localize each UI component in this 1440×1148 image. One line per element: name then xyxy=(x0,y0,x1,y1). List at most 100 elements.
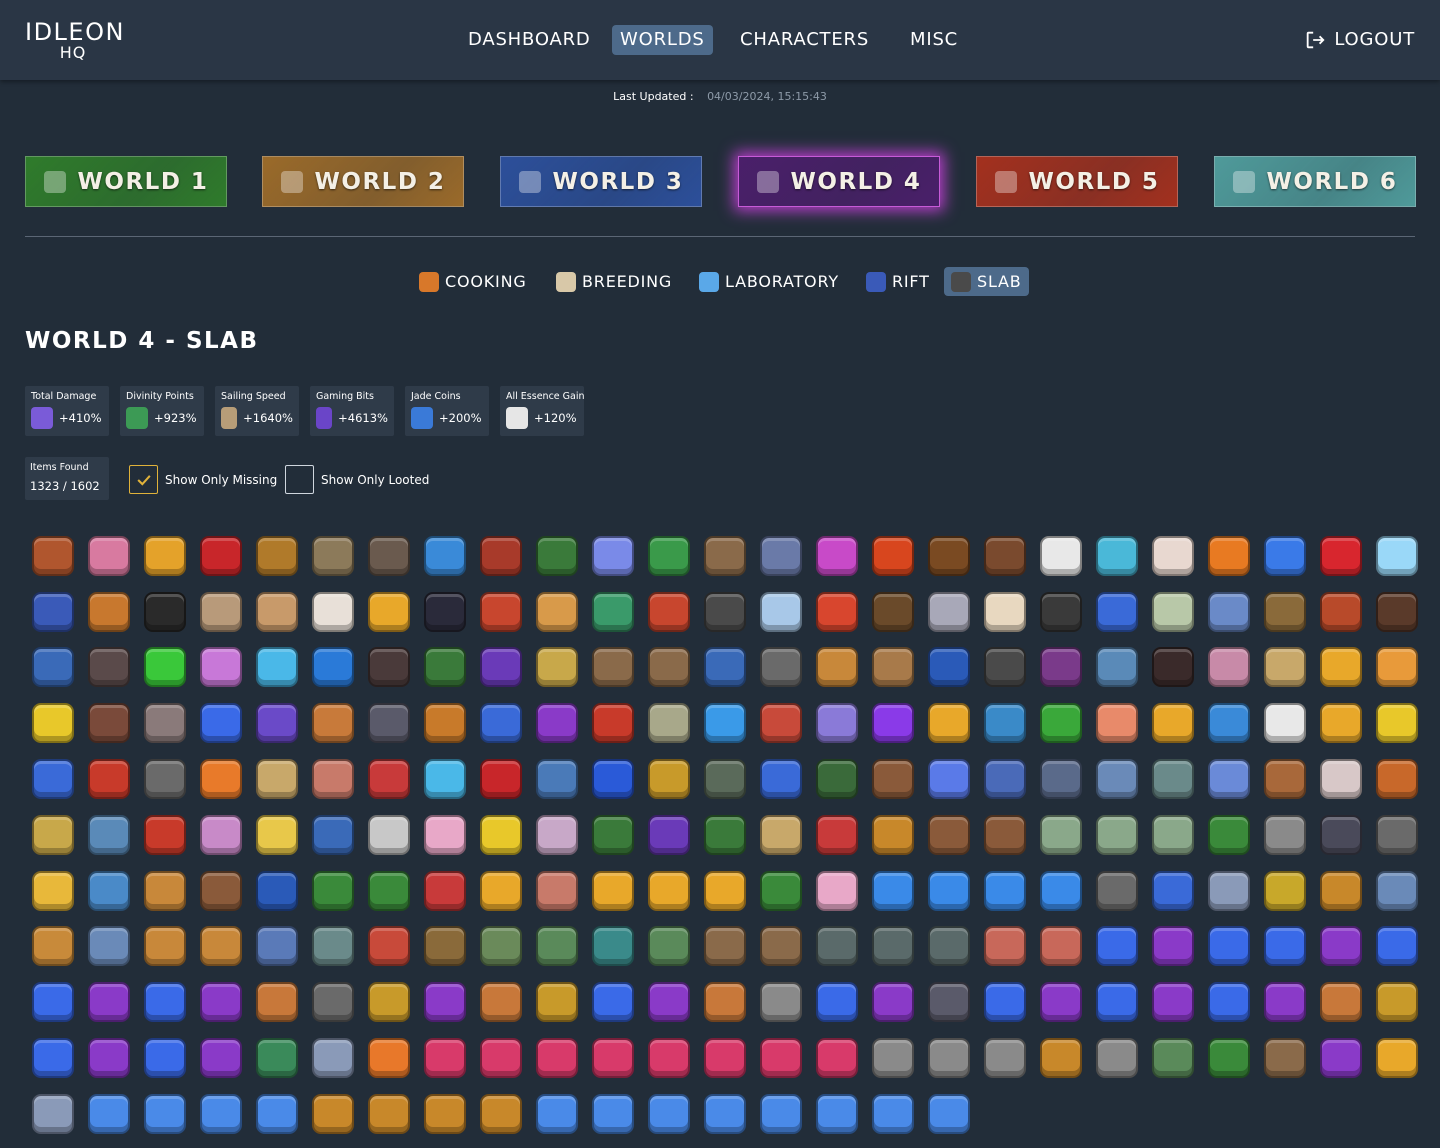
slab-item[interactable] xyxy=(865,1086,921,1142)
slab-item[interactable] xyxy=(25,807,81,863)
slab-item[interactable] xyxy=(753,695,809,751)
slab-item[interactable] xyxy=(417,1030,473,1086)
slab-item[interactable] xyxy=(137,863,193,919)
slab-item[interactable] xyxy=(1257,695,1313,751)
slab-item[interactable] xyxy=(921,751,977,807)
slab-item[interactable] xyxy=(1145,807,1201,863)
slab-item[interactable] xyxy=(865,919,921,975)
checkbox-box[interactable] xyxy=(285,465,314,494)
slab-item[interactable] xyxy=(585,584,641,640)
slab-item[interactable] xyxy=(697,751,753,807)
slab-item[interactable] xyxy=(1145,640,1201,696)
slab-item[interactable] xyxy=(473,584,529,640)
slab-item[interactable] xyxy=(473,1030,529,1086)
slab-item[interactable] xyxy=(81,1030,137,1086)
slab-item[interactable] xyxy=(977,807,1033,863)
slab-item[interactable] xyxy=(753,640,809,696)
slab-item[interactable] xyxy=(1033,695,1089,751)
slab-item[interactable] xyxy=(753,584,809,640)
slab-item[interactable] xyxy=(1369,1030,1425,1086)
slab-item[interactable] xyxy=(473,640,529,696)
slab-item[interactable] xyxy=(641,974,697,1030)
slab-item[interactable] xyxy=(249,695,305,751)
slab-item[interactable] xyxy=(529,1030,585,1086)
slab-item[interactable] xyxy=(473,863,529,919)
slab-item[interactable] xyxy=(361,695,417,751)
slab-item[interactable] xyxy=(25,584,81,640)
slab-item[interactable] xyxy=(1089,807,1145,863)
slab-item[interactable] xyxy=(137,695,193,751)
slab-item[interactable] xyxy=(1369,974,1425,1030)
slab-item[interactable] xyxy=(1369,863,1425,919)
slab-item[interactable] xyxy=(865,863,921,919)
slab-item[interactable] xyxy=(361,751,417,807)
slab-item[interactable] xyxy=(809,919,865,975)
slab-item[interactable] xyxy=(137,919,193,975)
slab-item[interactable] xyxy=(1033,584,1089,640)
slab-item[interactable] xyxy=(305,1030,361,1086)
slab-item[interactable] xyxy=(585,751,641,807)
slab-item[interactable] xyxy=(1033,807,1089,863)
slab-item[interactable] xyxy=(1313,528,1369,584)
slab-item[interactable] xyxy=(137,1086,193,1142)
slab-item[interactable] xyxy=(137,751,193,807)
slab-item[interactable] xyxy=(1257,807,1313,863)
slab-item[interactable] xyxy=(25,863,81,919)
slab-item[interactable] xyxy=(641,751,697,807)
slab-item[interactable] xyxy=(1201,974,1257,1030)
slab-item[interactable] xyxy=(977,528,1033,584)
slab-item[interactable] xyxy=(1201,640,1257,696)
slab-item[interactable] xyxy=(1313,863,1369,919)
slab-item[interactable] xyxy=(529,974,585,1030)
slab-item[interactable] xyxy=(1145,528,1201,584)
slab-item[interactable] xyxy=(1033,919,1089,975)
slab-item[interactable] xyxy=(921,1086,977,1142)
slab-item[interactable] xyxy=(1033,974,1089,1030)
slab-item[interactable] xyxy=(529,1086,585,1142)
slab-item[interactable] xyxy=(137,1030,193,1086)
slab-item[interactable] xyxy=(697,807,753,863)
slab-item[interactable] xyxy=(417,974,473,1030)
slab-item[interactable] xyxy=(473,528,529,584)
slab-item[interactable] xyxy=(81,528,137,584)
slab-item[interactable] xyxy=(193,863,249,919)
slab-item[interactable] xyxy=(529,528,585,584)
slab-item[interactable] xyxy=(249,751,305,807)
subnav-laboratory[interactable]: LABORATORY xyxy=(692,267,846,296)
logout-button[interactable]: LOGOUT xyxy=(1304,25,1415,55)
slab-item[interactable] xyxy=(921,1030,977,1086)
slab-item[interactable] xyxy=(473,751,529,807)
slab-item[interactable] xyxy=(1313,751,1369,807)
nav-characters[interactable]: CHARACTERS xyxy=(732,25,877,55)
slab-item[interactable] xyxy=(753,528,809,584)
slab-item[interactable] xyxy=(921,863,977,919)
slab-item[interactable] xyxy=(1257,528,1313,584)
slab-item[interactable] xyxy=(193,528,249,584)
slab-item[interactable] xyxy=(25,695,81,751)
slab-item[interactable] xyxy=(753,751,809,807)
slab-item[interactable] xyxy=(585,974,641,1030)
slab-item[interactable] xyxy=(585,528,641,584)
slab-item[interactable] xyxy=(1369,807,1425,863)
slab-item[interactable] xyxy=(249,919,305,975)
slab-item[interactable] xyxy=(865,807,921,863)
slab-item[interactable] xyxy=(529,863,585,919)
world-tab-2[interactable]: WORLD 2 xyxy=(262,156,464,207)
slab-item[interactable] xyxy=(585,807,641,863)
slab-item[interactable] xyxy=(921,919,977,975)
slab-item[interactable] xyxy=(81,863,137,919)
slab-item[interactable] xyxy=(1257,751,1313,807)
slab-item[interactable] xyxy=(1033,528,1089,584)
slab-item[interactable] xyxy=(809,751,865,807)
slab-item[interactable] xyxy=(1145,919,1201,975)
slab-item[interactable] xyxy=(417,584,473,640)
slab-item[interactable] xyxy=(25,751,81,807)
slab-item[interactable] xyxy=(249,584,305,640)
slab-item[interactable] xyxy=(1145,974,1201,1030)
slab-item[interactable] xyxy=(361,919,417,975)
slab-item[interactable] xyxy=(753,1086,809,1142)
slab-item[interactable] xyxy=(193,640,249,696)
slab-item[interactable] xyxy=(1089,751,1145,807)
slab-item[interactable] xyxy=(361,974,417,1030)
show-only-looted-checkbox[interactable]: Show Only Looted xyxy=(285,465,429,494)
